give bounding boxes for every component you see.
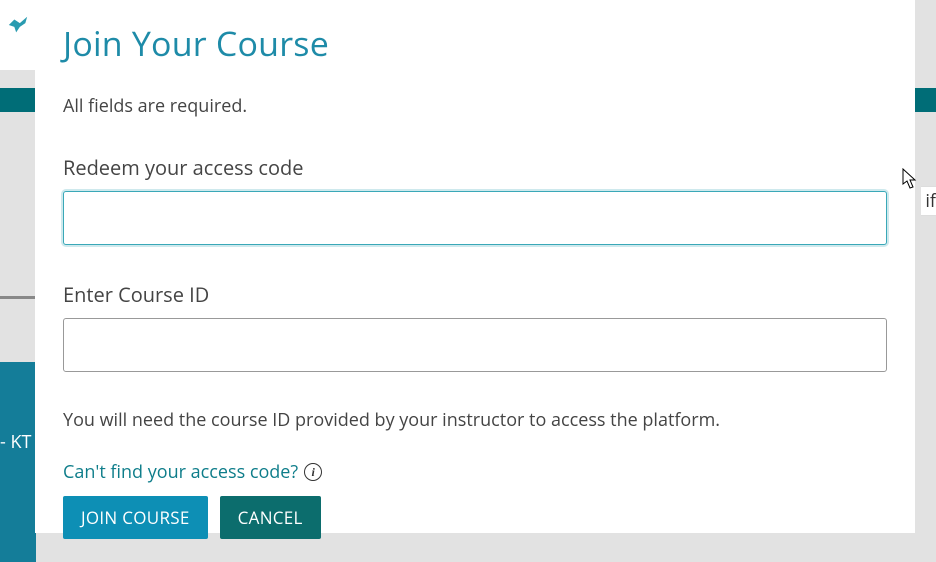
page-title: Join Your Course bbox=[63, 20, 887, 66]
bg-divider bbox=[0, 296, 40, 299]
required-note: All fields are required. bbox=[63, 94, 887, 118]
brand-logo bbox=[0, 0, 35, 70]
bg-text-right: if bbox=[921, 186, 936, 216]
access-code-input[interactable] bbox=[63, 191, 887, 245]
join-course-modal: Join Your Course All fields are required… bbox=[35, 0, 915, 533]
course-id-input[interactable] bbox=[63, 318, 887, 372]
course-id-field-group: Enter Course ID bbox=[63, 281, 887, 372]
help-link-row: Can't find your access code? i bbox=[63, 460, 887, 484]
course-id-label: Enter Course ID bbox=[63, 281, 887, 308]
helper-text: You will need the course ID provided by … bbox=[63, 408, 887, 432]
info-icon[interactable]: i bbox=[304, 463, 322, 481]
find-access-code-link[interactable]: Can't find your access code? bbox=[63, 460, 298, 484]
bird-icon bbox=[7, 14, 29, 36]
bg-sidebar bbox=[0, 362, 36, 562]
access-code-field-group: Redeem your access code bbox=[63, 154, 887, 245]
access-code-label: Redeem your access code bbox=[63, 154, 887, 181]
bg-text-left: - KT bbox=[0, 430, 31, 454]
